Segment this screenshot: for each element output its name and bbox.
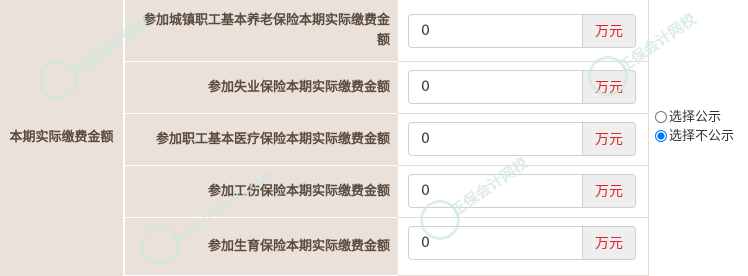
disclosure-cell: 选择公示 选择不公示 xyxy=(648,0,748,276)
row-input-cell-maternity: 万元 xyxy=(398,218,648,276)
maternity-amount-input[interactable] xyxy=(409,227,582,259)
medical-field: 万元 xyxy=(408,122,636,156)
medical-amount-input[interactable] xyxy=(409,123,582,155)
option-public[interactable]: 选择公示 xyxy=(655,108,745,127)
pension-field: 万元 xyxy=(408,14,636,48)
public-radio-label: 选择公示 xyxy=(669,110,722,125)
unemployment-amount-input[interactable] xyxy=(409,71,582,103)
row-input-cell-medical: 万元 xyxy=(398,114,648,166)
injury-field: 万元 xyxy=(408,174,636,208)
row-label-medical: 参加职工基本医疗保险本期实际缴费金额 xyxy=(125,114,398,166)
disclosure-radio-group: 选择公示 选择不公示 xyxy=(655,108,745,146)
medical-unit: 万元 xyxy=(582,123,635,155)
maternity-field: 万元 xyxy=(408,226,636,260)
medical-label: 参加职工基本医疗保险本期实际缴费金额 xyxy=(155,131,390,147)
row-input-cell-pension: 万元 xyxy=(398,0,648,62)
injury-unit: 万元 xyxy=(582,175,635,207)
social-insurance-payment-section: 本期实际缴费金额 参加城镇职工基本养老保险本期实际缴费金额 万元 参加失业保险本… xyxy=(0,0,748,276)
row-input-cell-unemployment: 万元 xyxy=(398,62,648,114)
group-label: 本期实际缴费金额 xyxy=(9,130,114,145)
private-radio-label: 选择不公示 xyxy=(669,129,735,144)
maternity-unit: 万元 xyxy=(582,227,635,259)
injury-label: 参加工伤保险本期实际缴费金额 xyxy=(207,183,390,199)
pension-label: 参加城镇职工基本养老保险本期实际缴费金额 xyxy=(142,12,390,48)
unemployment-unit: 万元 xyxy=(582,71,635,103)
row-label-injury: 参加工伤保险本期实际缴费金额 xyxy=(125,166,398,218)
injury-amount-input[interactable] xyxy=(409,175,582,207)
pension-unit: 万元 xyxy=(582,15,635,47)
maternity-label: 参加生育保险本期实际缴费金额 xyxy=(207,238,390,254)
row-label-unemployment: 参加失业保险本期实际缴费金额 xyxy=(125,62,398,114)
row-label-pension: 参加城镇职工基本养老保险本期实际缴费金额 xyxy=(125,0,398,62)
pension-amount-input[interactable] xyxy=(409,15,582,47)
private-radio[interactable] xyxy=(655,130,667,142)
group-header-cell: 本期实际缴费金额 xyxy=(0,0,124,276)
option-private[interactable]: 选择不公示 xyxy=(655,127,745,146)
row-input-cell-injury: 万元 xyxy=(398,166,648,218)
row-label-maternity: 参加生育保险本期实际缴费金额 xyxy=(125,218,398,276)
unemployment-field: 万元 xyxy=(408,70,636,104)
public-radio[interactable] xyxy=(655,111,667,123)
unemployment-label: 参加失业保险本期实际缴费金额 xyxy=(207,79,390,95)
